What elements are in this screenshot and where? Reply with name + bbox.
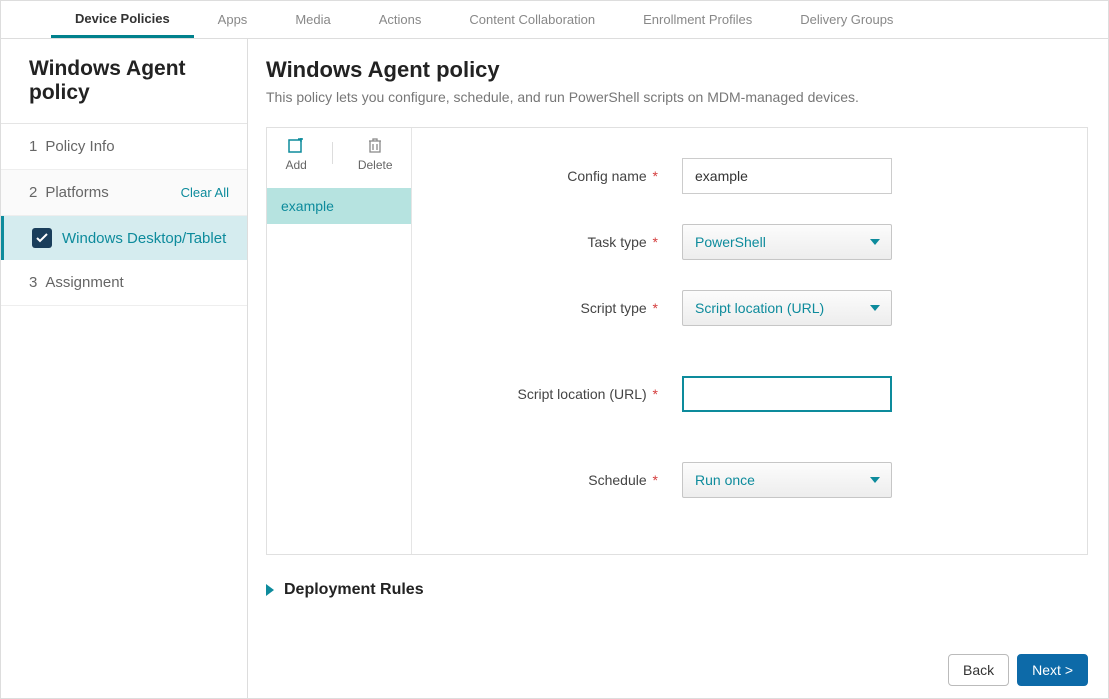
task-type-select[interactable]: PowerShell <box>682 224 892 260</box>
task-type-label: Task type * <box>442 234 682 250</box>
config-list-item[interactable]: example <box>267 188 411 224</box>
delete-label: Delete <box>358 158 393 172</box>
clear-all-link[interactable]: Clear All <box>181 185 229 200</box>
panel-actions: Add Delete <box>267 128 411 188</box>
step-number: 1 <box>29 138 37 155</box>
tab-apps[interactable]: Apps <box>194 1 272 38</box>
checkbox-checked-icon[interactable] <box>32 228 52 248</box>
chevron-right-icon <box>266 584 274 596</box>
schedule-select[interactable]: Run once <box>682 462 892 498</box>
trash-icon <box>368 138 382 154</box>
tab-enrollment-profiles[interactable]: Enrollment Profiles <box>619 1 776 38</box>
back-button[interactable]: Back <box>948 654 1009 686</box>
chevron-down-icon <box>870 239 880 245</box>
step-label: Assignment <box>45 274 123 291</box>
main-content: Windows Agent policy This policy lets yo… <box>248 39 1108 698</box>
config-name-label: Config name * <box>442 168 682 184</box>
sidebar-step-policy-info[interactable]: 1 Policy Info <box>1 124 247 170</box>
next-button[interactable]: Next > <box>1017 654 1088 686</box>
script-location-label: Script location (URL) * <box>442 386 682 402</box>
add-icon <box>288 138 304 154</box>
sidebar-item-label: Windows Desktop/Tablet <box>62 230 226 247</box>
step-label: Policy Info <box>45 138 114 155</box>
tab-actions[interactable]: Actions <box>355 1 446 38</box>
tab-media[interactable]: Media <box>271 1 354 38</box>
add-label: Add <box>285 158 306 172</box>
script-type-label: Script type * <box>442 300 682 316</box>
deployment-rules-label: Deployment Rules <box>284 581 424 599</box>
config-list-panel: Add Delete example <box>267 128 412 554</box>
sidebar-step-assignment[interactable]: 3 Assignment <box>1 260 247 306</box>
tab-content-collaboration[interactable]: Content Collaboration <box>445 1 619 38</box>
step-number: 2 <box>29 184 37 201</box>
config-panel: Add Delete example Config name * Task ty… <box>266 127 1088 555</box>
add-button[interactable]: Add <box>285 138 306 172</box>
page-title: Windows Agent policy <box>266 57 1088 83</box>
separator <box>332 142 333 164</box>
chevron-down-icon <box>870 305 880 311</box>
sidebar-step-platforms[interactable]: 2 Platforms Clear All <box>1 170 247 216</box>
sidebar-title: Windows Agent policy <box>1 39 247 124</box>
schedule-label: Schedule * <box>442 472 682 488</box>
deployment-rules-toggle[interactable]: Deployment Rules <box>266 581 1088 599</box>
delete-button[interactable]: Delete <box>358 138 393 172</box>
step-label: Platforms <box>45 184 108 201</box>
page-description: This policy lets you configure, schedule… <box>266 89 1088 105</box>
script-location-input[interactable] <box>682 376 892 412</box>
tab-device-policies[interactable]: Device Policies <box>51 1 194 38</box>
sidebar: Windows Agent policy 1 Policy Info 2 Platf… <box>1 39 248 698</box>
sidebar-item-windows-desktop-tablet[interactable]: Windows Desktop/Tablet <box>1 216 247 260</box>
footer-actions: Back Next > <box>948 654 1088 686</box>
chevron-down-icon <box>870 477 880 483</box>
form-panel: Config name * Task type * PowerShell Scr… <box>412 128 1087 554</box>
script-type-select[interactable]: Script location (URL) <box>682 290 892 326</box>
config-name-input[interactable] <box>682 158 892 194</box>
step-number: 3 <box>29 274 37 291</box>
tab-delivery-groups[interactable]: Delivery Groups <box>776 1 917 38</box>
top-nav: Device Policies Apps Media Actions Conte… <box>1 1 1108 39</box>
